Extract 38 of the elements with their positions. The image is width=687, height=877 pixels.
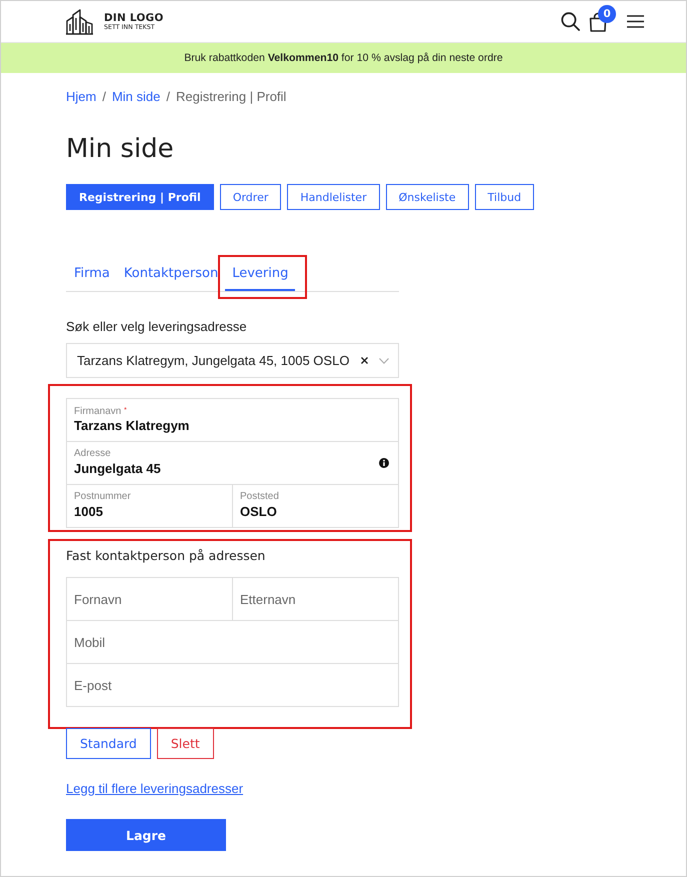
account-nav-button[interactable]: Ønskeliste xyxy=(386,184,469,210)
logo-title: DIN LOGO xyxy=(104,12,164,24)
account-nav-button[interactable]: Tilbud xyxy=(474,184,534,210)
account-nav-button[interactable]: Registrering | Profil xyxy=(66,184,214,210)
search-icon[interactable] xyxy=(561,12,580,31)
menu-icon[interactable] xyxy=(627,15,644,28)
breadcrumb-separator: / xyxy=(166,89,170,105)
input-field[interactable]: Postnummer 1005 xyxy=(66,484,233,528)
field-label: Søk eller velg leveringsadresse xyxy=(66,319,248,335)
info-icon[interactable] xyxy=(379,458,389,468)
promo-text: Bruk rabattkoden Velkommen10 for 10 % avslag på din neste ordre xyxy=(184,52,503,64)
input-field[interactable]: E-post xyxy=(66,663,399,707)
breadcrumb-link[interactable]: Min side xyxy=(112,89,160,105)
tab[interactable]: Levering xyxy=(225,258,296,291)
logo-icon xyxy=(66,8,94,34)
input-field[interactable]: Firmanavn $^{*}$ Tarzans Klatregym xyxy=(66,398,399,442)
section-title: Fast kontaktperson på adressen xyxy=(66,548,266,564)
breadcrumb-current: Registrering | Profil xyxy=(176,89,286,105)
default-button[interactable]: Standard xyxy=(66,728,151,759)
input-field[interactable]: Fornavn xyxy=(66,577,233,621)
delete-button[interactable]: Slett xyxy=(156,728,214,759)
account-nav-button[interactable]: Handlelister xyxy=(287,184,380,210)
input-field[interactable]: Etternavn xyxy=(232,577,399,621)
chevron-down-icon xyxy=(379,358,389,364)
page-title: Min side xyxy=(66,133,175,166)
input-field[interactable]: Poststed OSLO xyxy=(232,484,399,528)
save-button[interactable]: Lagre xyxy=(66,819,226,851)
clear-icon[interactable] xyxy=(361,357,368,364)
tab[interactable]: Kontaktperson xyxy=(116,258,226,291)
input-field[interactable]: Adresse Jungelgata 45 xyxy=(66,441,399,485)
address-select[interactable]: Tarzans Klatregym, Jungelgata 45, 1005 OSLO xyxy=(66,343,399,378)
account-nav-button[interactable]: Ordrer xyxy=(220,184,282,210)
input-field[interactable]: Mobil xyxy=(66,620,399,664)
cart-badge: 0 xyxy=(598,4,616,22)
breadcrumb-link[interactable]: Hjem xyxy=(66,89,96,105)
breadcrumb-separator: / xyxy=(102,89,106,105)
tab[interactable]: Firma xyxy=(67,258,117,291)
add-address-link[interactable]: Legg til flere leveringsadresser xyxy=(66,781,244,797)
